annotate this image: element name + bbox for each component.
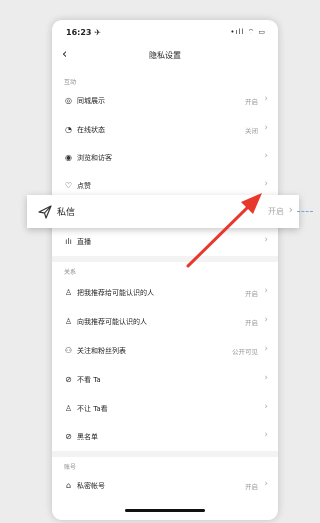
annotation-arrow-icon (186, 193, 262, 268)
